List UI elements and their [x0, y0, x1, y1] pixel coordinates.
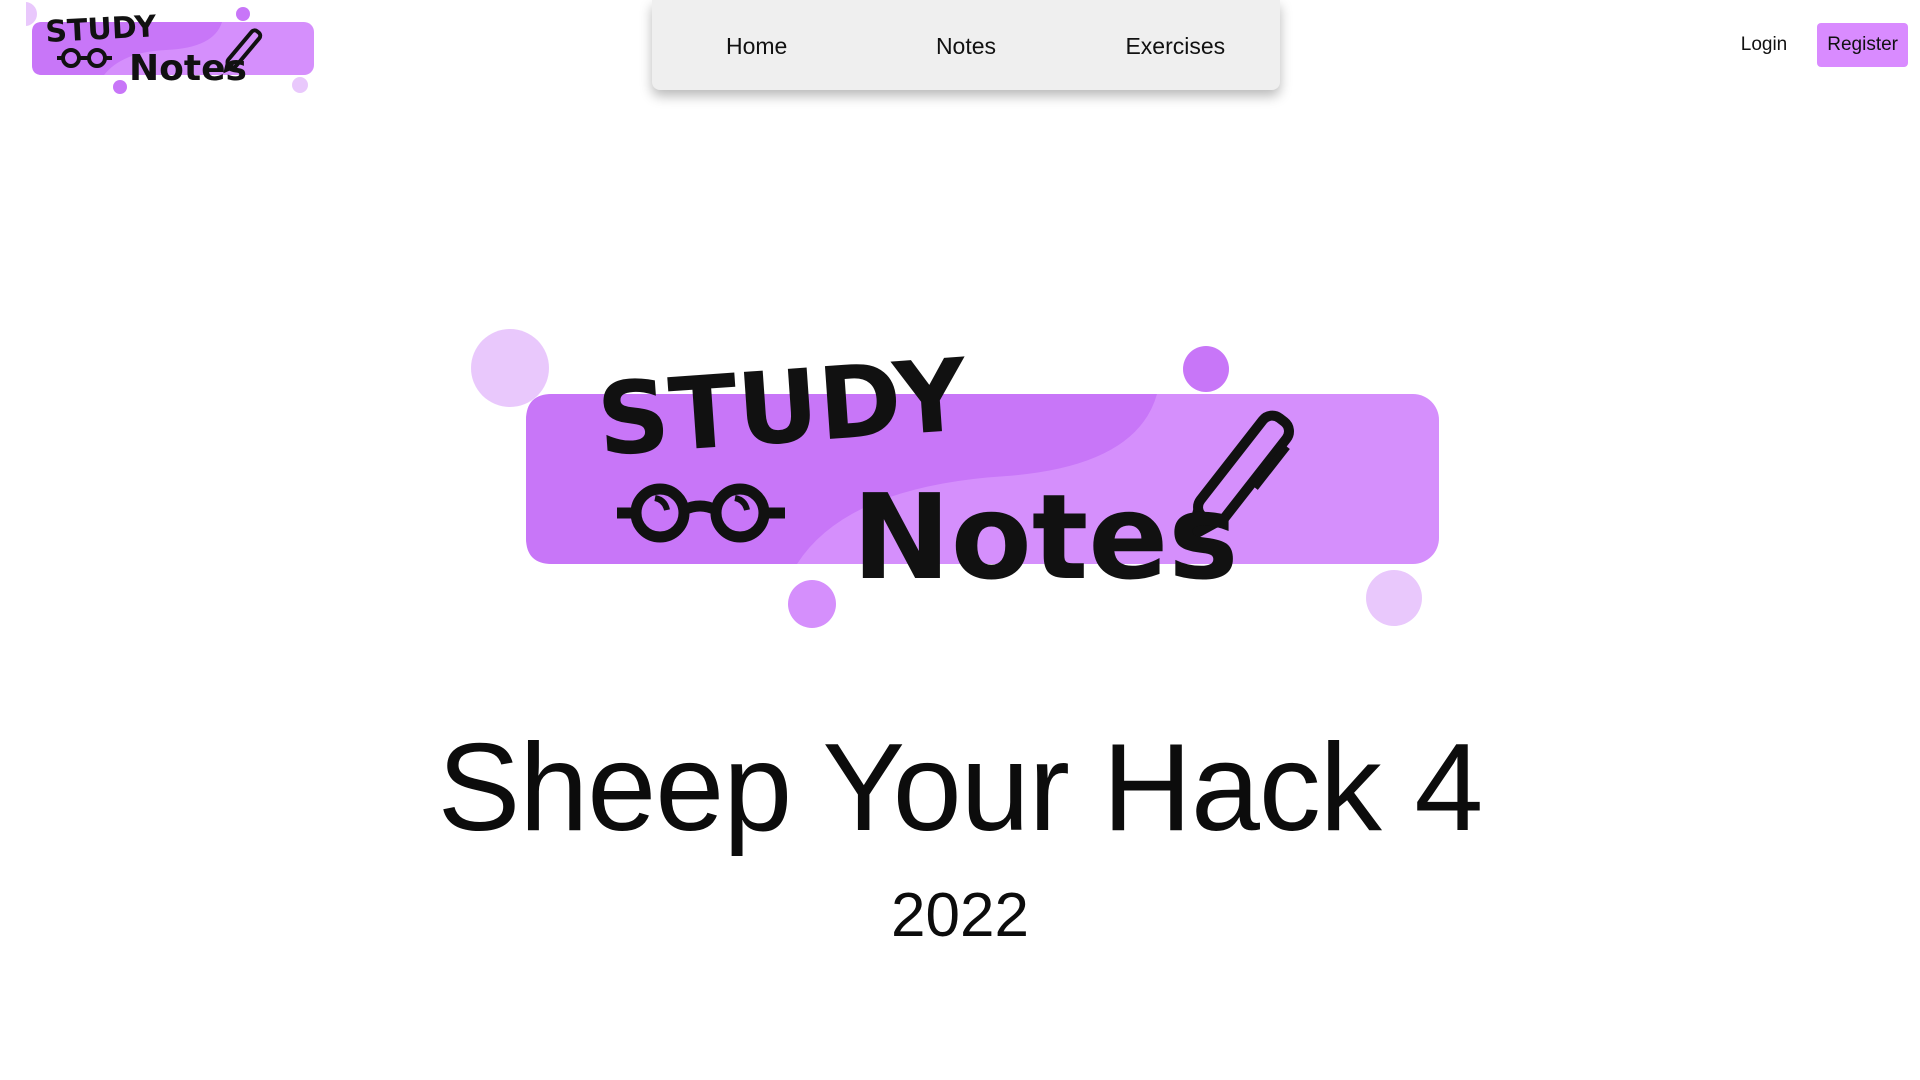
logo-bubble: [26, 2, 37, 26]
nav-item-exercises[interactable]: Exercises: [1071, 31, 1280, 60]
login-link[interactable]: Login: [1741, 34, 1818, 56]
logo-line2: Notes: [129, 48, 247, 89]
logo-bubble: [292, 77, 308, 93]
logo-bubble: [471, 329, 549, 407]
nav-item-home[interactable]: Home: [652, 31, 861, 60]
register-button[interactable]: Register: [1817, 23, 1908, 67]
study-notes-logo-large: STUDY Notes: [471, 329, 1439, 628]
page: STUDY Notes Home Notes Exercises Login R…: [0, 0, 1920, 1080]
logo-bubble: [1366, 570, 1422, 626]
logo-bubble: [113, 80, 127, 94]
study-notes-logo-small: STUDY Notes: [26, 2, 314, 94]
logo-bubble: [236, 7, 250, 21]
hero-logo: STUDY Notes: [467, 320, 1447, 640]
hero-title: Sheep Your Hack 4: [437, 719, 1484, 857]
logo-line1: STUDY: [45, 9, 159, 50]
logo-bubble: [1183, 346, 1229, 392]
auth-links: Login Register: [1741, 23, 1908, 67]
main-nav: Home Notes Exercises: [652, 0, 1280, 90]
nav-item-notes[interactable]: Notes: [861, 31, 1070, 60]
logo-line2: Notes: [852, 468, 1239, 606]
header-logo[interactable]: STUDY Notes: [26, 0, 326, 100]
logo-bubble: [788, 580, 836, 628]
hero-year: 2022: [891, 881, 1029, 950]
